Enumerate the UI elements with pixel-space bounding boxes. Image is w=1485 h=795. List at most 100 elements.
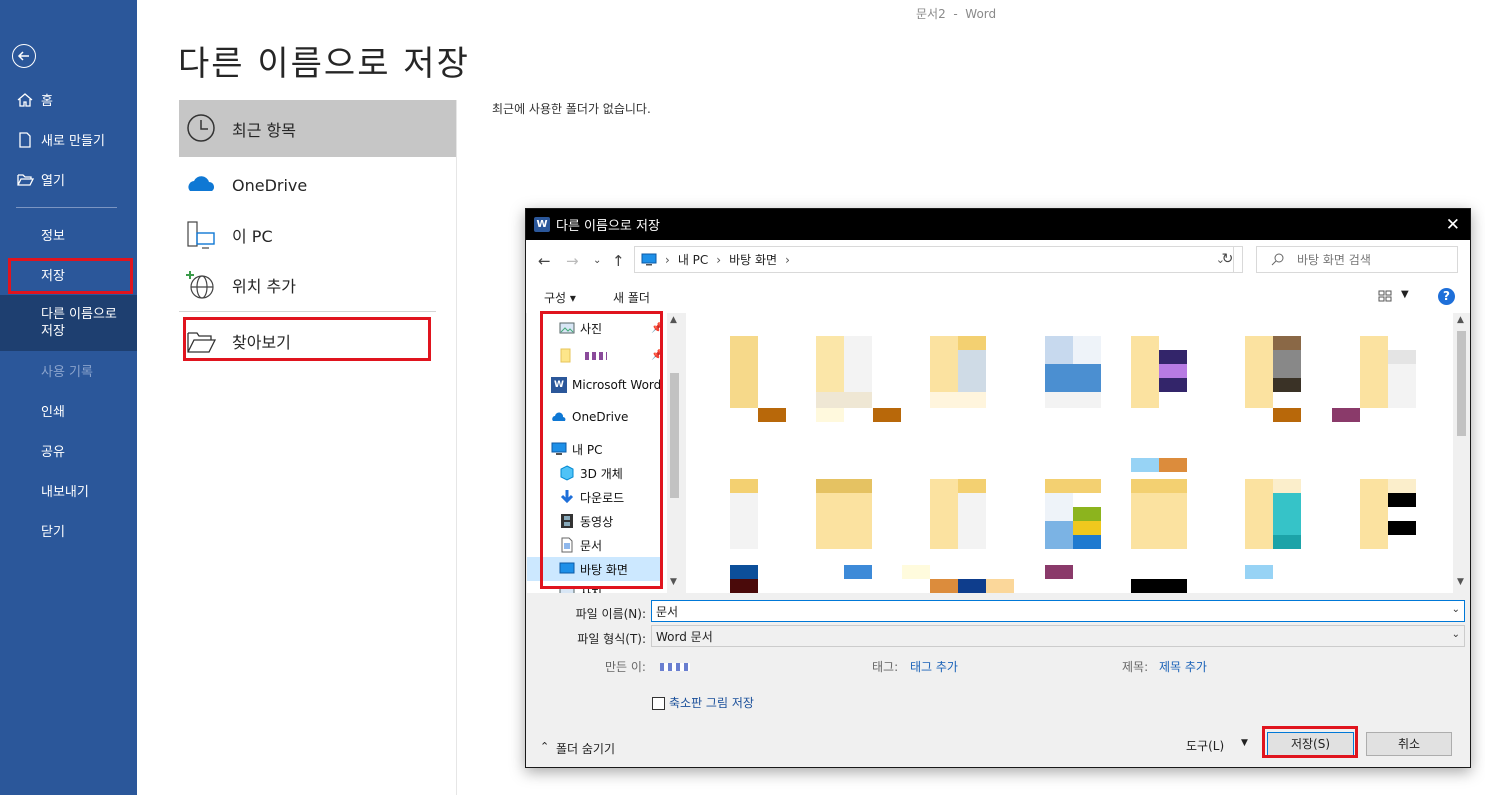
location-recent[interactable]: 최근 항목 (179, 100, 456, 157)
filetype-select[interactable]: Word 문서 ⌄ (651, 625, 1465, 647)
nav-save-as[interactable]: 다른 이름으로 저장 (0, 295, 137, 351)
tree-item-videos[interactable]: 동영상 (527, 509, 663, 533)
organize-button[interactable]: 구성 ▾ (544, 289, 576, 306)
view-dropdown-icon[interactable]: ▼ (1401, 289, 1409, 300)
location-onedrive[interactable]: OneDrive (179, 160, 456, 210)
breadcrumb-separator-icon: › (665, 252, 670, 267)
tree-item-downloads[interactable]: 다운로드 (527, 485, 663, 509)
files-scrollbar[interactable]: ▲ ▼ (1453, 313, 1470, 593)
dialog-navbar: ← → ⌄ ↑ › 내 PC › 바탕 화면 › ⌄ ↻ 바탕 화면 검색 (526, 240, 1470, 280)
up-icon[interactable]: ↑ (612, 252, 625, 270)
tree-item-desktop[interactable]: 바탕 화면 (527, 557, 661, 581)
search-input[interactable]: 바탕 화면 검색 (1256, 246, 1458, 273)
tree-item-pictures-pinned[interactable]: 사진 📌 (527, 316, 663, 340)
nav-save[interactable]: 저장 (0, 255, 137, 293)
tree-item-onedrive[interactable]: OneDrive (527, 405, 663, 429)
file-thumbnail[interactable] (1360, 479, 1418, 551)
file-thumbnail[interactable] (730, 336, 788, 422)
tree-item-documents[interactable]: 문서 (527, 533, 663, 557)
nav-export[interactable]: 내보내기 (0, 471, 137, 509)
breadcrumb-root[interactable]: 내 PC (678, 251, 708, 268)
title-label: 제목: (1122, 660, 1149, 674)
file-thumbnail[interactable] (816, 479, 874, 579)
save-thumbnail-checkbox[interactable] (652, 697, 665, 710)
nav-info[interactable]: 정보 (0, 215, 137, 253)
cancel-button[interactable]: 취소 (1366, 732, 1452, 756)
file-thumbnail[interactable] (1245, 479, 1303, 579)
location-this-pc[interactable]: 이 PC (179, 210, 456, 260)
nav-home[interactable]: 홈 (0, 80, 137, 118)
refresh-icon: ↻ (1221, 251, 1234, 267)
nav-share[interactable]: 공유 (0, 431, 137, 469)
scroll-up-icon[interactable]: ▲ (670, 315, 677, 325)
title-add-link[interactable]: 제목 추가 (1159, 658, 1207, 675)
files-scroll-thumb[interactable] (1457, 331, 1466, 436)
tree-item-pinned-folder[interactable]: 📌 (527, 343, 663, 367)
filename-input[interactable]: 문서 ⌄ (651, 600, 1465, 622)
breadcrumb-folder[interactable]: 바탕 화면 (729, 251, 777, 268)
tree-item-label: 사진 (580, 321, 603, 336)
forward-icon[interactable]: → (566, 252, 579, 270)
nav-print[interactable]: 인쇄 (0, 391, 137, 429)
tree-item-label: 문서 (580, 538, 603, 553)
file-thumbnail[interactable] (1045, 479, 1103, 579)
tools-dropdown-icon[interactable]: ▼ (1241, 738, 1248, 748)
file-thumbnail[interactable] (930, 336, 988, 408)
recent-locations-icon[interactable]: ⌄ (593, 255, 601, 266)
chevron-up-icon[interactable]: ⌃ (540, 740, 549, 753)
file-thumbnail[interactable] (730, 479, 788, 593)
tree-item-pictures[interactable]: 사진 (527, 581, 663, 593)
file-thumbnail[interactable] (1131, 336, 1189, 472)
nav-save-label: 저장 (41, 268, 65, 284)
location-add-place[interactable]: 위치 추가 (179, 260, 456, 310)
dialog-titlebar[interactable]: W 다른 이름으로 저장 ✕ (526, 209, 1470, 240)
save-thumbnail-label[interactable]: 축소판 그림 저장 (669, 694, 754, 711)
scroll-down-icon[interactable]: ▼ (670, 577, 677, 587)
address-bar[interactable]: › 내 PC › 바탕 화면 › ⌄ (634, 246, 1234, 273)
file-thumbnail[interactable] (1332, 336, 1418, 422)
page-title: 다른 이름으로 저장 (178, 44, 470, 84)
dialog-close-button[interactable]: ✕ (1446, 215, 1460, 235)
tree-item-this-pc[interactable]: 내 PC (527, 437, 663, 461)
nav-new[interactable]: 새로 만들기 (0, 120, 137, 158)
location-this-pc-label: 이 PC (232, 227, 273, 246)
file-thumbnail[interactable] (1045, 336, 1103, 408)
search-placeholder: 바탕 화면 검색 (1297, 253, 1371, 267)
back-arrow-icon[interactable] (12, 44, 36, 68)
tools-button[interactable]: 도구(L) (1186, 737, 1224, 754)
file-thumbnail[interactable] (902, 479, 1014, 593)
save-button[interactable]: 저장(S) (1267, 732, 1354, 756)
tree-item-microsoft-word[interactable]: W Microsoft Word (527, 373, 663, 397)
view-options-icon[interactable] (1378, 290, 1392, 302)
author-value-redacted[interactable] (660, 663, 690, 671)
file-thumbnail[interactable] (1245, 336, 1303, 422)
tree-item-label: 사진 (580, 585, 602, 594)
scroll-down-icon[interactable]: ▼ (1457, 577, 1464, 587)
chevron-down-icon[interactable]: ⌄ (1452, 604, 1460, 615)
tree-scroll-thumb[interactable] (670, 373, 679, 498)
nav-history-label: 사용 기록 (41, 364, 93, 380)
refresh-button[interactable]: ↻ (1213, 246, 1243, 273)
nav-divider (16, 207, 117, 208)
nav-open-label: 열기 (41, 173, 65, 189)
scroll-up-icon[interactable]: ▲ (1457, 315, 1464, 325)
new-folder-button[interactable]: 새 폴더 (613, 289, 650, 306)
backstage-nav: 홈 새로 만들기 열기 정보 저장 다른 이름으로 저장 사용 기록 인쇄 공유… (0, 0, 137, 795)
back-icon[interactable]: ← (538, 252, 551, 270)
hide-folders-button[interactable]: 폴더 숨기기 (556, 740, 615, 757)
search-icon (1271, 253, 1284, 266)
file-thumbnail[interactable] (816, 336, 901, 422)
tree-item-3d-objects[interactable]: 3D 개체 (527, 461, 663, 485)
location-onedrive-label: OneDrive (232, 175, 308, 195)
file-thumbnail[interactable] (1131, 479, 1189, 593)
help-icon[interactable]: ? (1438, 288, 1455, 305)
location-browse[interactable]: 찾아보기 (179, 316, 456, 366)
nav-close[interactable]: 닫기 (0, 511, 137, 549)
chevron-down-icon[interactable]: ⌄ (1452, 629, 1460, 640)
tree-scrollbar[interactable]: ▲ ▼ (667, 313, 682, 593)
cloud-icon (188, 176, 214, 191)
nav-open[interactable]: 열기 (0, 160, 137, 198)
open-folder-icon (17, 174, 34, 186)
tags-add-link[interactable]: 태그 추가 (910, 658, 958, 675)
redacted-name (585, 352, 607, 360)
